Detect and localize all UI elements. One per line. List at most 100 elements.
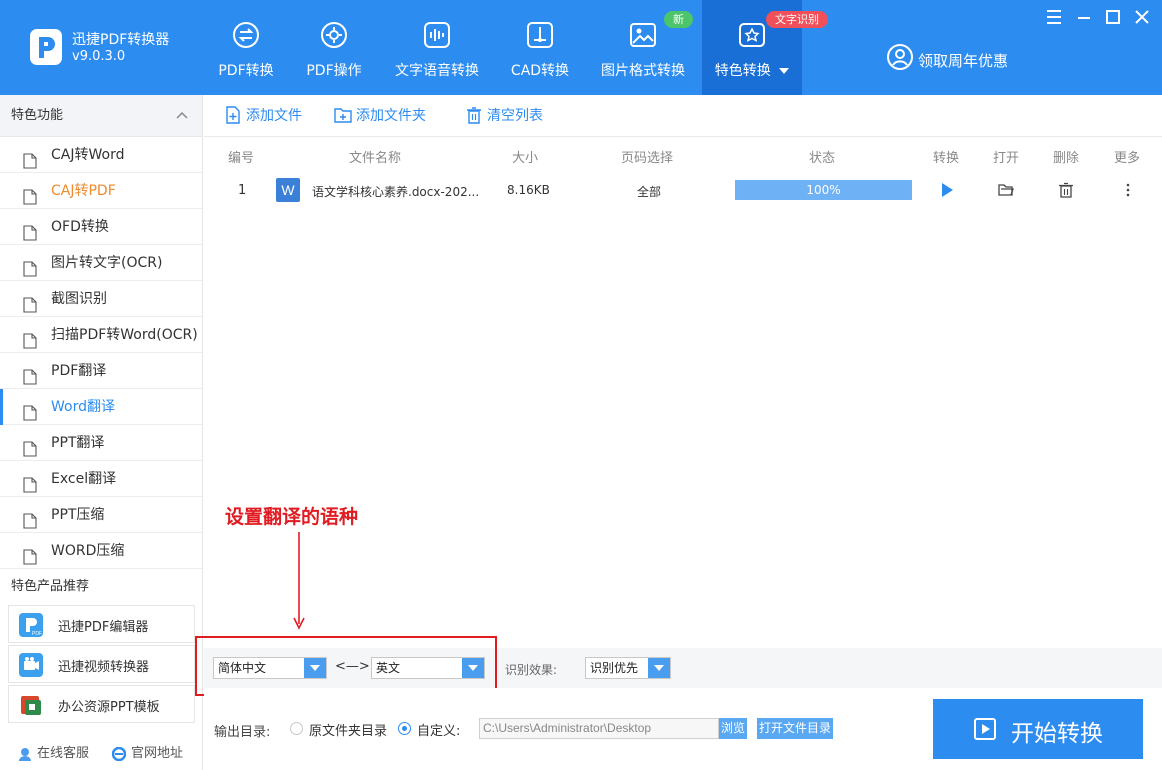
- sidebar-item-label: 截图识别: [51, 291, 107, 307]
- progress-bar: 100%: [735, 180, 912, 200]
- app-name: 迅捷PDF转换器: [72, 32, 170, 48]
- col-delete: 删除: [1053, 151, 1080, 166]
- recommend-label: 迅捷视频转换器: [58, 660, 150, 675]
- sidebar-item[interactable]: 图片转文字(OCR): [0, 245, 202, 281]
- maximize-icon[interactable]: [1104, 8, 1122, 26]
- col-filename: 文件名称: [349, 151, 402, 166]
- tab-cad-convert[interactable]: CAD转换: [503, 0, 577, 95]
- sidebar-item[interactable]: 截图识别: [0, 281, 202, 317]
- annotation-text: 设置翻译的语种: [225, 506, 359, 528]
- swap-circle-icon: [233, 22, 259, 48]
- website-link[interactable]: 官网地址: [112, 740, 183, 768]
- online-service-label: 在线客服: [37, 746, 90, 761]
- row-index: 1: [238, 183, 247, 198]
- sidebar-section-header[interactable]: 特色功能: [0, 95, 202, 137]
- table-row[interactable]: 1 W 语文学科核心素养.docx-202... 8.16KB 全部 100%: [204, 173, 1162, 207]
- start-convert-button[interactable]: 开始转换: [933, 699, 1143, 759]
- top-bar: 迅捷PDF转换器 v9.0.3.0 PDF转换 PDF操作 文字语音转换 CAD…: [0, 0, 1162, 95]
- radio-custom-folder[interactable]: [398, 722, 411, 735]
- recommend-video-converter[interactable]: 迅捷视频转换器: [8, 645, 195, 683]
- tab-label: CAD转换: [510, 63, 570, 79]
- tab-label: 文字语音转换: [395, 63, 479, 79]
- sidebar-item[interactable]: PPT压缩: [0, 497, 202, 533]
- dropdown-arrow-icon: [648, 658, 670, 678]
- sidebar-item[interactable]: PDF翻译: [0, 353, 202, 389]
- online-service-link[interactable]: 在线客服: [18, 740, 89, 768]
- row-pages[interactable]: 全部: [637, 183, 661, 200]
- file-icon: [23, 327, 37, 349]
- recognition-label: 识别效果:: [505, 663, 558, 677]
- open-folder-button[interactable]: 打开文件目录: [757, 718, 833, 739]
- sidebar-item[interactable]: Excel翻译: [0, 461, 202, 497]
- sidebar-item[interactable]: CAJ转PDF: [0, 173, 202, 209]
- tab-label: 图片格式转换: [601, 63, 685, 79]
- pdf-editor-icon: PDF: [19, 613, 43, 637]
- add-folder-icon: [334, 108, 352, 123]
- start-convert-label: 开始转换: [1011, 721, 1103, 747]
- more-icon[interactable]: [1120, 182, 1136, 198]
- sidebar-item-label: WORD压缩: [51, 543, 125, 559]
- minimize-icon[interactable]: [1075, 8, 1093, 26]
- app-version: v9.0.3.0: [72, 49, 126, 64]
- original-folder-label[interactable]: 原文件夹目录: [309, 720, 387, 739]
- file-icon: [23, 543, 37, 565]
- recognition-select[interactable]: 识别优先: [585, 657, 671, 679]
- new-badge: 新: [664, 11, 693, 28]
- tab-text-speech[interactable]: 文字语音转换: [388, 0, 486, 95]
- close-icon[interactable]: [1133, 8, 1151, 26]
- play-icon[interactable]: [939, 182, 955, 198]
- toolbar: 添加文件 添加文件夹 清空列表: [204, 95, 1162, 137]
- recommend-pdf-editor[interactable]: PDF 迅捷PDF编辑器: [8, 605, 195, 643]
- file-icon: [23, 291, 37, 313]
- star-swap-icon: [739, 23, 765, 47]
- file-icon: [23, 183, 37, 205]
- browse-button[interactable]: 浏览: [719, 718, 747, 739]
- add-file-icon: [226, 106, 240, 124]
- chevron-down-icon: [779, 68, 790, 74]
- video-converter-icon: [19, 653, 43, 677]
- tab-label-text: 特色转换: [714, 63, 771, 79]
- menu-icon[interactable]: [1045, 8, 1063, 26]
- sidebar-item[interactable]: WORD压缩: [0, 533, 202, 569]
- image-icon: [630, 23, 656, 47]
- clear-list-button[interactable]: 清空列表: [465, 106, 543, 126]
- sidebar-item[interactable]: OFD转换: [0, 209, 202, 245]
- audio-wave-icon: [424, 22, 450, 48]
- sidebar-item-label: PPT翻译: [51, 435, 105, 451]
- tab-pdf-operation[interactable]: PDF操作: [297, 0, 371, 95]
- sidebar-item[interactable]: Word翻译: [0, 389, 202, 425]
- delete-icon[interactable]: [1058, 182, 1074, 198]
- sidebar-item-label: Excel翻译: [51, 471, 117, 487]
- file-icon: [23, 507, 37, 529]
- folder-open-icon[interactable]: [998, 182, 1014, 198]
- radio-original-folder[interactable]: [290, 722, 303, 735]
- add-file-button[interactable]: 添加文件: [224, 106, 302, 126]
- clear-list-label: 清空列表: [487, 108, 543, 124]
- col-index: 编号: [228, 151, 255, 166]
- sidebar-item[interactable]: CAJ转Word: [0, 137, 202, 173]
- app-logo: [30, 29, 62, 65]
- sidebar-item[interactable]: PPT翻译: [0, 425, 202, 461]
- recommend-ppt-template[interactable]: 办公资源PPT模板: [8, 685, 195, 723]
- headset-icon: [19, 748, 31, 761]
- custom-folder-label[interactable]: 自定义:: [417, 720, 460, 739]
- sidebar-section-title: 特色功能: [11, 108, 64, 123]
- website-label: 官网地址: [131, 746, 184, 761]
- play-box-icon: [974, 718, 996, 740]
- chevron-up-icon: [176, 111, 188, 119]
- col-convert: 转换: [933, 151, 960, 166]
- output-path-input[interactable]: C:\Users\Administrator\Desktop: [479, 718, 719, 739]
- recommend-label: 迅捷PDF编辑器: [58, 620, 149, 635]
- sidebar-item-label: CAJ转PDF: [51, 183, 116, 199]
- col-open: 打开: [993, 151, 1020, 166]
- word-file-icon: W: [276, 178, 300, 202]
- row-size: 8.16KB: [507, 183, 550, 197]
- output-dir-label: 输出目录:: [214, 725, 271, 740]
- file-icon: [23, 219, 37, 241]
- tab-pdf-convert[interactable]: PDF转换: [209, 0, 283, 95]
- add-folder-button[interactable]: 添加文件夹: [334, 106, 426, 126]
- tab-label: 特色转换: [702, 60, 802, 80]
- sidebar-item[interactable]: 扫描PDF转Word(OCR): [0, 317, 202, 353]
- trash-icon: [467, 107, 481, 124]
- annotation-box: [195, 636, 497, 696]
